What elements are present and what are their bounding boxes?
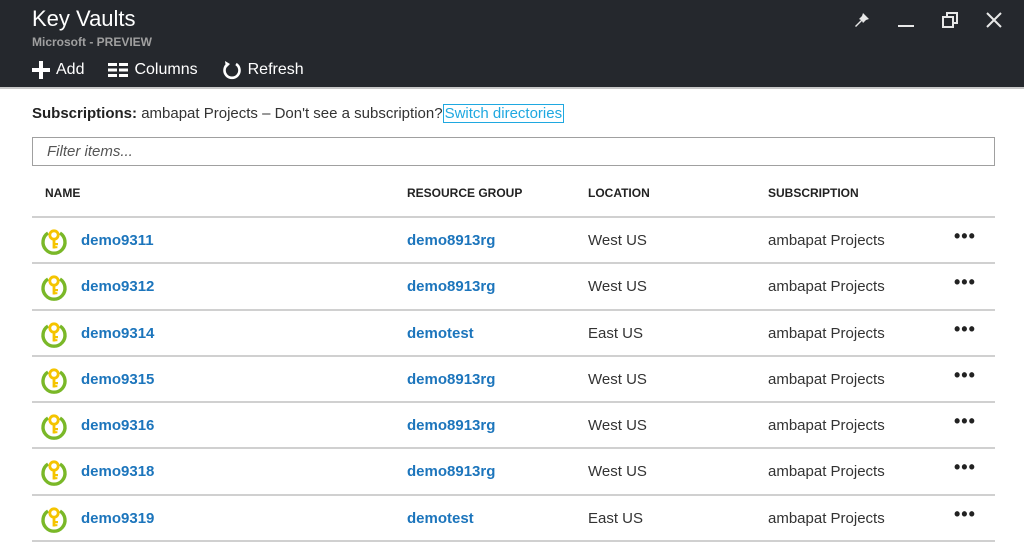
location-cell: West US	[588, 232, 647, 249]
subscription-cell: ambapat Projects	[768, 417, 885, 435]
location-cell: West US	[588, 417, 647, 435]
key-vault-icon	[41, 368, 67, 394]
window-controls	[840, 8, 1016, 32]
more-options-button[interactable]: •••	[954, 365, 976, 386]
table-row[interactable]: demo9312 demo8913rg West US ambapat Proj…	[32, 264, 995, 311]
table-row[interactable]: demo9316 demo8913rg West US ambapat Proj…	[32, 403, 995, 450]
restore-button[interactable]	[928, 8, 972, 32]
subscription-cell: ambapat Projects	[768, 232, 885, 249]
vault-name-link[interactable]: demo9314	[81, 325, 154, 342]
toolbar: Add Columns Refresh	[32, 60, 328, 80]
location-cell: East US	[588, 324, 644, 342]
resource-group-link[interactable]: demotest	[407, 510, 474, 527]
resource-group-link[interactable]: demo8913rg	[407, 463, 495, 480]
close-button[interactable]	[972, 8, 1016, 32]
location-cell: West US	[588, 370, 647, 388]
pin-button[interactable]	[840, 8, 884, 32]
key-vault-icon	[41, 507, 67, 533]
vault-name-link[interactable]: demo9316	[81, 417, 154, 434]
add-label: Add	[56, 61, 85, 78]
table-row[interactable]: demo9311 demo8913rg West US ambapat Proj…	[32, 218, 995, 265]
vault-name-link[interactable]: demo9319	[81, 510, 154, 527]
refresh-icon	[222, 61, 241, 80]
columns-label: Columns	[134, 61, 198, 78]
minimize-icon	[898, 25, 914, 27]
table-header: NAME RESOURCE GROUP LOCATION SUBSCRIPTIO…	[32, 184, 995, 218]
resource-group-link[interactable]: demotest	[407, 325, 474, 342]
blade-header: Key Vaults Microsoft - PREVIEW Add Colum…	[0, 0, 1024, 89]
subscription-cell: ambapat Projects	[768, 370, 885, 388]
pin-icon	[855, 13, 869, 27]
close-icon	[986, 12, 1002, 28]
vault-name-link[interactable]: demo9318	[81, 463, 154, 480]
add-button[interactable]: Add	[32, 61, 84, 79]
key-vault-icon	[41, 321, 67, 348]
table-body: demo9311 demo8913rg West US ambapat Proj…	[32, 218, 995, 543]
columns-icon	[108, 63, 129, 77]
page-title: Key Vaults	[32, 6, 136, 31]
columns-button[interactable]: Columns	[108, 61, 198, 79]
location-cell: West US	[588, 278, 647, 296]
more-options-button[interactable]: •••	[954, 411, 976, 432]
table-row[interactable]: demo9318 demo8913rg West US ambapat Proj…	[32, 449, 995, 496]
restore-icon	[942, 12, 958, 28]
more-options-button[interactable]: •••	[954, 319, 976, 340]
subscription-cell: ambapat Projects	[768, 463, 885, 481]
table-row[interactable]: demo9319 demotest East US ambapat Projec…	[32, 496, 995, 543]
column-header-resource-group[interactable]: RESOURCE GROUP	[407, 186, 522, 200]
resource-group-link[interactable]: demo8913rg	[407, 371, 495, 388]
location-cell: East US	[588, 509, 644, 527]
more-options-button[interactable]: •••	[954, 504, 976, 525]
vault-name-link[interactable]: demo9312	[81, 278, 154, 295]
subscriptions-value: ambapat Projects – Don't see a subscript…	[141, 105, 443, 122]
plus-icon	[32, 61, 50, 79]
refresh-label: Refresh	[247, 61, 304, 78]
refresh-button[interactable]: Refresh	[222, 60, 304, 80]
subscription-cell: ambapat Projects	[768, 324, 885, 342]
column-header-subscription[interactable]: SUBSCRIPTION	[768, 186, 859, 200]
column-header-name[interactable]: NAME	[45, 186, 80, 200]
minimize-button[interactable]	[884, 8, 928, 32]
resource-group-link[interactable]: demo8913rg	[407, 278, 495, 295]
page-subtitle: Microsoft - PREVIEW	[32, 35, 153, 49]
key-vault-icon	[41, 275, 67, 302]
key-vault-icon	[41, 460, 67, 487]
key-vault-icon	[41, 229, 67, 255]
filter-input[interactable]	[32, 137, 995, 166]
more-options-button[interactable]: •••	[954, 272, 976, 293]
subscription-cell: ambapat Projects	[768, 509, 885, 527]
vault-name-link[interactable]: demo9315	[81, 371, 154, 388]
resource-group-link[interactable]: demo8913rg	[407, 417, 495, 434]
subscriptions-bar: Subscriptions: ambapat Projects – Don't …	[32, 104, 565, 123]
key-vault-icon	[41, 414, 67, 441]
location-cell: West US	[588, 463, 647, 481]
subscriptions-label: Subscriptions:	[32, 105, 138, 122]
more-options-button[interactable]: •••	[954, 226, 976, 247]
column-header-location[interactable]: LOCATION	[588, 186, 650, 200]
more-options-button[interactable]: •••	[954, 457, 976, 478]
table-row[interactable]: demo9315 demo8913rg West US ambapat Proj…	[32, 357, 995, 404]
subscription-cell: ambapat Projects	[768, 278, 885, 296]
vault-name-link[interactable]: demo9311	[81, 232, 154, 249]
switch-directories-link[interactable]: Switch directories	[442, 104, 565, 123]
table-row[interactable]: demo9314 demotest East US ambapat Projec…	[32, 311, 995, 357]
resource-group-link[interactable]: demo8913rg	[407, 232, 495, 249]
